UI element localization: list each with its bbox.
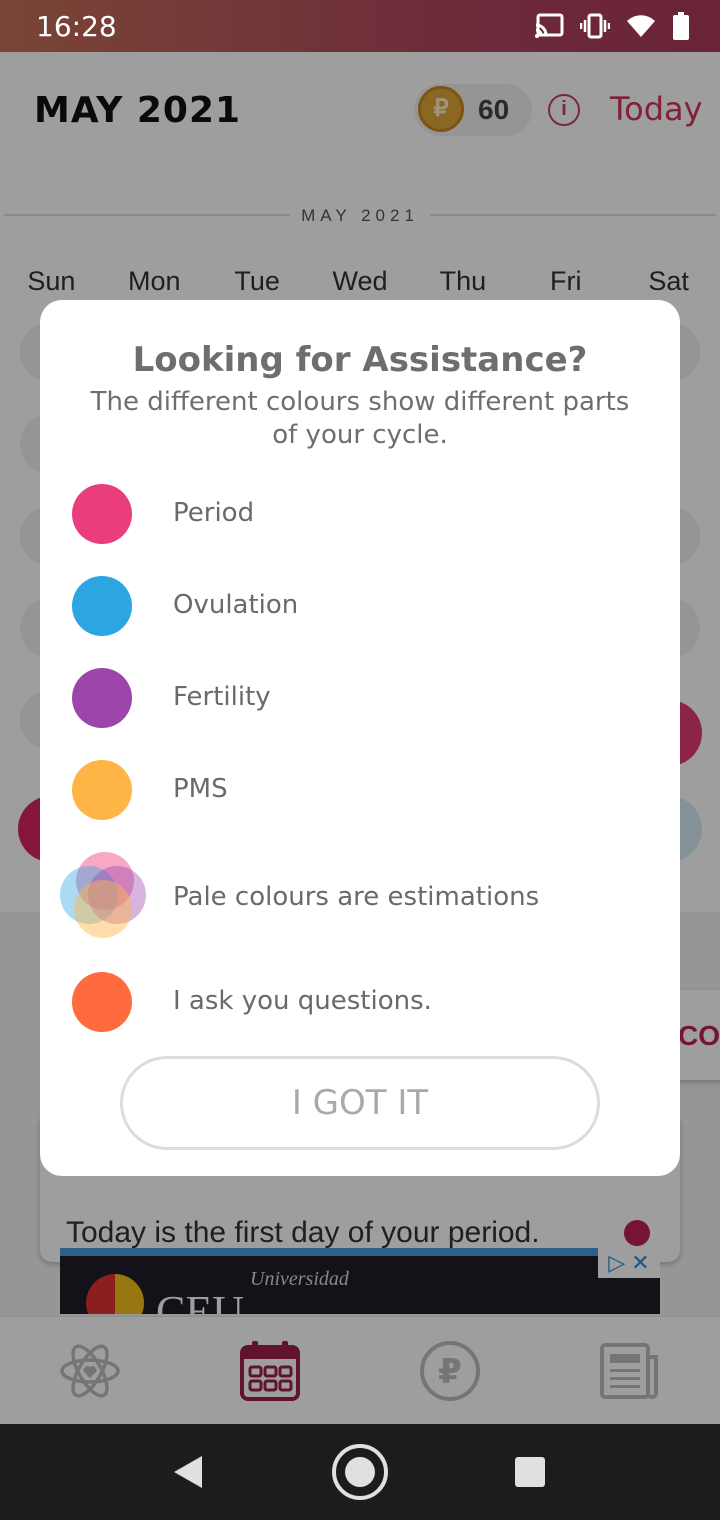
- legend-label: Ovulation: [173, 590, 299, 620]
- back-icon[interactable]: [170, 1454, 206, 1490]
- fertility-color-dot: [72, 668, 132, 728]
- pale-colors-icon: [60, 852, 150, 942]
- assistance-dialog: Looking for Assistance? The different co…: [40, 300, 680, 1176]
- pms-color-dot: [72, 760, 132, 820]
- home-icon[interactable]: [330, 1442, 390, 1502]
- dialog-title: Looking for Assistance?: [132, 340, 588, 380]
- got-it-button[interactable]: I GOT IT: [120, 1056, 600, 1150]
- wifi-icon: [627, 15, 655, 38]
- legend-item-pms: PMS: [40, 760, 680, 824]
- questions-color-dot: [72, 972, 132, 1032]
- legend-label: I ask you questions.: [173, 986, 432, 1016]
- legend-item-estimations: Pale colours are estimations: [40, 852, 680, 942]
- status-bar: 16:28: [0, 0, 720, 52]
- legend-label: PMS: [173, 774, 228, 804]
- status-time: 16:28: [36, 10, 117, 43]
- recents-icon[interactable]: [514, 1456, 546, 1488]
- legend-item-fertility: Fertility: [40, 668, 680, 732]
- period-color-dot: [72, 484, 132, 544]
- legend-label: Pale colours are estimations: [173, 882, 540, 912]
- battery-icon: [673, 12, 689, 40]
- ovulation-color-dot: [72, 576, 132, 636]
- legend-item-ovulation: Ovulation: [40, 576, 680, 640]
- vibrate-icon: [580, 13, 610, 39]
- cast-icon: [535, 13, 564, 38]
- legend-label: Fertility: [173, 682, 271, 712]
- legend-item-period: Period: [40, 484, 680, 548]
- system-nav-bar: [0, 1424, 720, 1520]
- legend-label: Period: [173, 498, 255, 528]
- legend-item-questions: I ask you questions.: [40, 972, 680, 1036]
- dialog-subtitle: The different colours show different par…: [90, 387, 630, 450]
